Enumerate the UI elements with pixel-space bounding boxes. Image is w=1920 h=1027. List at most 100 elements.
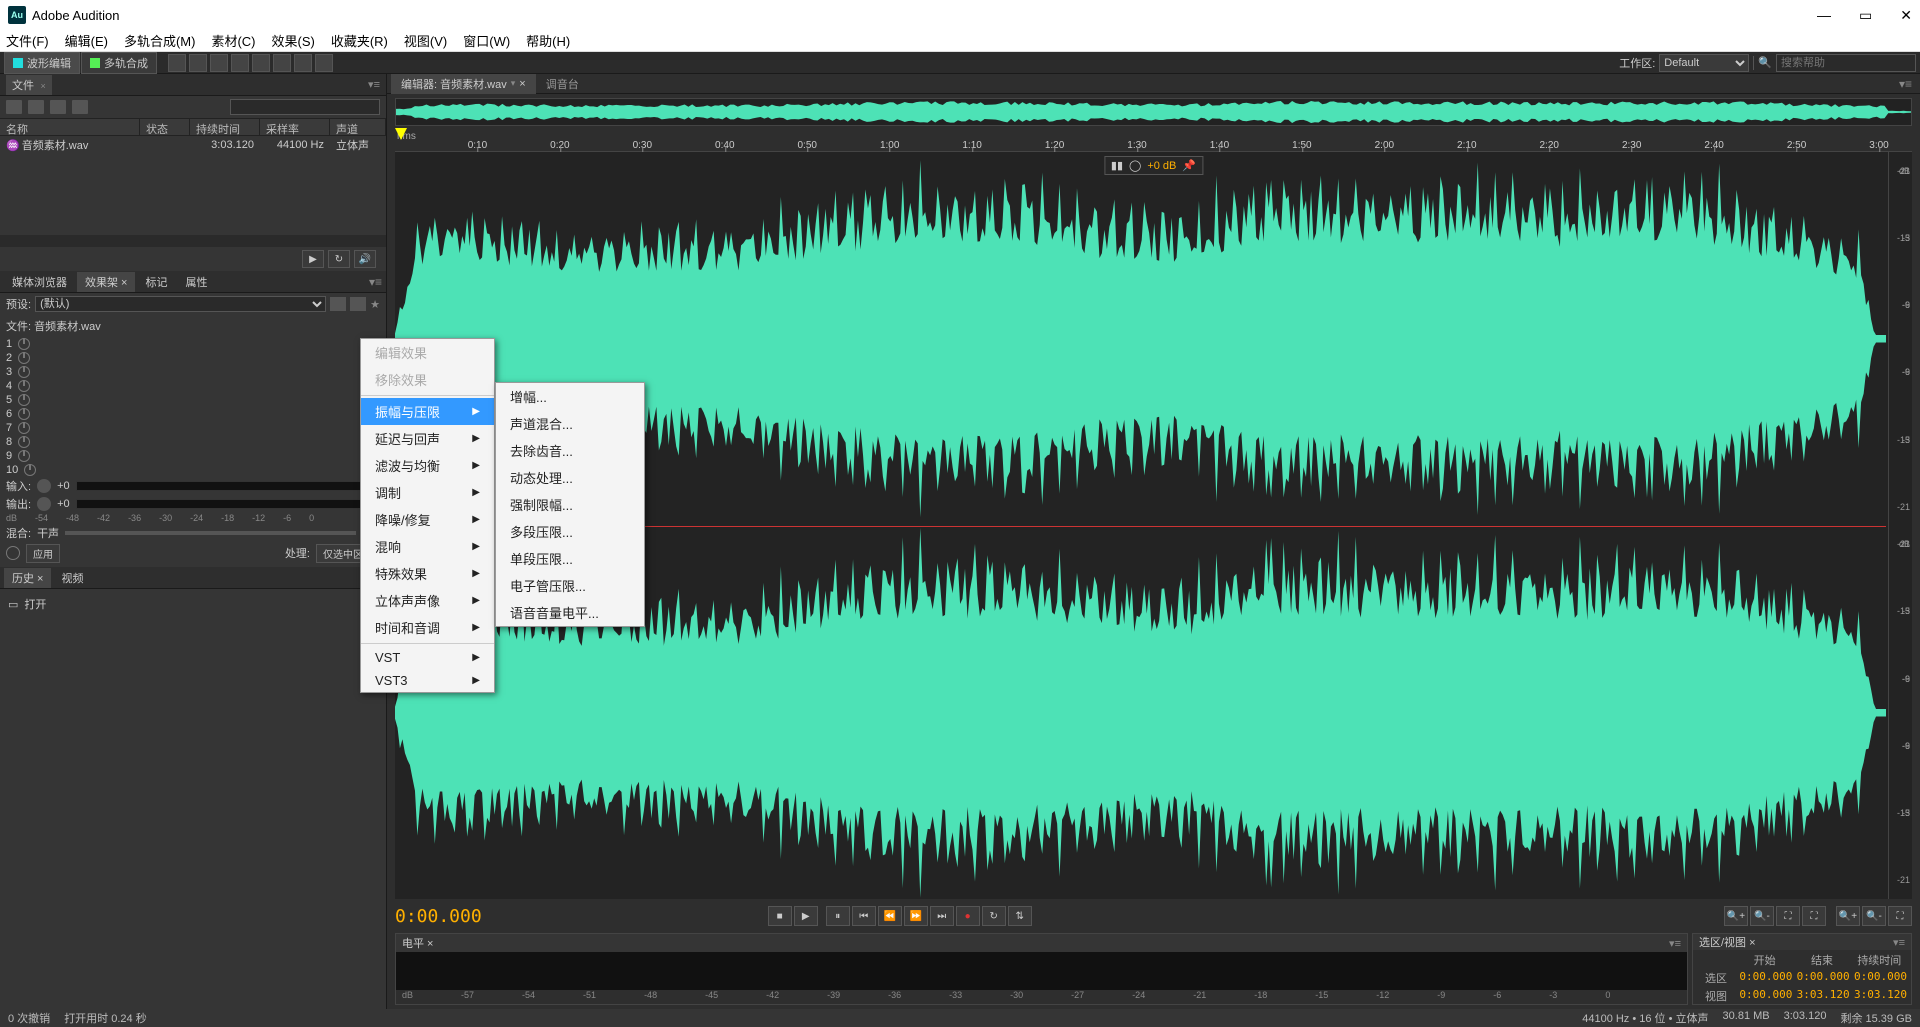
close-button[interactable]: ✕ bbox=[1900, 7, 1912, 24]
skip-selection-button[interactable]: ⇅ bbox=[1008, 906, 1032, 926]
files-tab[interactable]: 文件 × bbox=[6, 75, 52, 95]
panel-menu-icon[interactable]: ▾≡ bbox=[369, 275, 382, 289]
sel-value[interactable]: 0:00.000 bbox=[1794, 970, 1849, 986]
power-icon[interactable] bbox=[18, 338, 30, 350]
panel-menu-icon[interactable]: ▾≡ bbox=[368, 78, 380, 91]
zoom-out-amp-icon[interactable]: 🔍- bbox=[1862, 906, 1886, 926]
zoom-selection-icon[interactable]: ⛶ bbox=[1802, 906, 1826, 926]
submenu-item[interactable]: 多段压限... bbox=[496, 518, 644, 545]
record-button[interactable]: ● bbox=[956, 906, 980, 926]
submenu-item[interactable]: 声道混合... bbox=[496, 410, 644, 437]
submenu-item[interactable]: 动态处理... bbox=[496, 464, 644, 491]
effect-slot[interactable]: 5▶ bbox=[0, 393, 386, 407]
power-icon[interactable] bbox=[18, 394, 30, 406]
power-icon[interactable] bbox=[24, 464, 36, 476]
waveform-overview[interactable] bbox=[395, 98, 1912, 126]
rack-power-button[interactable] bbox=[6, 546, 20, 560]
tab-effects-rack[interactable]: 效果架 × bbox=[77, 272, 135, 292]
effect-slot[interactable]: 8▶ bbox=[0, 435, 386, 449]
power-icon[interactable] bbox=[18, 408, 30, 420]
zoom-out-icon[interactable]: 🔍- bbox=[1750, 906, 1774, 926]
preview-play-button[interactable]: ▶ bbox=[302, 250, 324, 268]
power-icon[interactable] bbox=[18, 422, 30, 434]
tab-markers[interactable]: 标记 bbox=[137, 272, 175, 292]
delete-preset-icon[interactable] bbox=[350, 297, 366, 311]
mix-slider[interactable] bbox=[65, 531, 356, 535]
tool-time-select[interactable] bbox=[231, 54, 249, 72]
sel-value[interactable]: 3:03.120 bbox=[1852, 988, 1907, 1004]
ctx-vst[interactable]: VST▶ bbox=[361, 646, 494, 669]
new-file-icon[interactable] bbox=[28, 100, 44, 114]
time-ruler[interactable]: hms 0:100:200:300:400:501:001:101:201:30… bbox=[395, 128, 1912, 152]
zoom-in-icon[interactable]: 🔍+ bbox=[1724, 906, 1748, 926]
tab-properties[interactable]: 属性 bbox=[177, 272, 215, 292]
ctx-item[interactable]: 振幅与压限▶ bbox=[361, 398, 494, 425]
tab-history[interactable]: 历史 × bbox=[4, 568, 51, 588]
power-icon[interactable] bbox=[18, 380, 30, 392]
menu-edit[interactable]: 编辑(E) bbox=[65, 31, 108, 50]
menu-view[interactable]: 视图(V) bbox=[404, 31, 447, 50]
forward-button[interactable]: ⏩ bbox=[904, 906, 928, 926]
panel-menu-icon[interactable]: ▾≡ bbox=[1893, 936, 1905, 949]
file-row[interactable]: ♒音频素材.wav 3:03.120 44100 Hz 立体声 bbox=[0, 136, 386, 154]
menu-multitrack[interactable]: 多轨合成(M) bbox=[124, 31, 196, 50]
bypass-toggle-icon[interactable]: ★ bbox=[370, 298, 380, 311]
preview-loop-button[interactable]: ↻ bbox=[328, 250, 350, 268]
col-duration[interactable]: 持续时间 bbox=[190, 119, 260, 135]
menu-help[interactable]: 帮助(H) bbox=[526, 31, 570, 50]
rewind-button[interactable]: ⏪ bbox=[878, 906, 902, 926]
submenu-item[interactable]: 单段压限... bbox=[496, 545, 644, 572]
tool-slip[interactable] bbox=[210, 54, 228, 72]
hud-pin-icon[interactable]: 📌 bbox=[1182, 159, 1196, 172]
effect-slot[interactable]: 2▶ bbox=[0, 351, 386, 365]
submenu-item[interactable]: 电子管压限... bbox=[496, 572, 644, 599]
col-samplerate[interactable]: 采样率 bbox=[260, 119, 330, 135]
ctx-item[interactable]: 延迟与回声▶ bbox=[361, 425, 494, 452]
ctx-item[interactable]: 立体声声像▶ bbox=[361, 587, 494, 614]
effect-slot[interactable]: 1▶ bbox=[0, 337, 386, 351]
output-gain-knob[interactable] bbox=[37, 497, 51, 511]
open-file-icon[interactable] bbox=[6, 100, 22, 114]
menu-effects[interactable]: 效果(S) bbox=[272, 31, 315, 50]
tool-heal[interactable] bbox=[315, 54, 333, 72]
loop-button[interactable]: ↻ bbox=[982, 906, 1006, 926]
minimize-button[interactable]: — bbox=[1817, 7, 1831, 24]
stop-button[interactable]: ■ bbox=[768, 906, 792, 926]
preset-select[interactable]: (默认) bbox=[35, 296, 326, 312]
effect-slot[interactable]: 7▶ bbox=[0, 421, 386, 435]
sel-value[interactable]: 0:00.000 bbox=[1737, 988, 1792, 1004]
pause-button[interactable]: ⏸ bbox=[826, 906, 850, 926]
zoom-reset-amp-icon[interactable]: ⛶ bbox=[1888, 906, 1912, 926]
play-button[interactable]: ▶ bbox=[794, 906, 818, 926]
zoom-in-amp-icon[interactable]: 🔍+ bbox=[1836, 906, 1860, 926]
col-channels[interactable]: 声道 bbox=[330, 119, 386, 135]
tool-marquee[interactable] bbox=[252, 54, 270, 72]
goto-start-button[interactable]: ⏮ bbox=[852, 906, 876, 926]
history-item[interactable]: ▭ 打开 bbox=[0, 593, 386, 615]
effect-slot[interactable]: 4▶ bbox=[0, 379, 386, 393]
tool-lasso[interactable] bbox=[273, 54, 291, 72]
menu-favorites[interactable]: 收藏夹(R) bbox=[331, 31, 388, 50]
gain-hud[interactable]: ▮▮ ◯ +0 dB 📌 bbox=[1104, 156, 1203, 175]
power-icon[interactable] bbox=[18, 352, 30, 364]
submenu-item[interactable]: 增幅... bbox=[496, 383, 644, 410]
preview-autoplay-button[interactable]: 🔊 bbox=[354, 250, 376, 268]
input-gain-knob[interactable] bbox=[37, 479, 51, 493]
files-scrollbar[interactable] bbox=[0, 235, 386, 247]
panel-menu-icon[interactable]: ▾≡ bbox=[1669, 937, 1681, 950]
tool-brush[interactable] bbox=[294, 54, 312, 72]
timecode-display[interactable]: 0:00.000 bbox=[395, 906, 482, 927]
workspace-select[interactable]: Default bbox=[1659, 54, 1749, 72]
goto-end-button[interactable]: ⏭ bbox=[930, 906, 954, 926]
tool-razor[interactable] bbox=[189, 54, 207, 72]
effect-slot[interactable]: 3▶ bbox=[0, 365, 386, 379]
mode-multitrack-tab[interactable]: 多轨合成 bbox=[81, 52, 157, 74]
ctx-item[interactable]: 混响▶ bbox=[361, 533, 494, 560]
sel-value[interactable]: 0:00.000 bbox=[1852, 970, 1907, 986]
power-icon[interactable] bbox=[18, 450, 30, 462]
submenu-item[interactable]: 语音音量电平... bbox=[496, 599, 644, 626]
editor-file-tab[interactable]: 编辑器: 音频素材.wav▾× bbox=[391, 74, 536, 94]
ctx-item[interactable]: 降噪/修复▶ bbox=[361, 506, 494, 533]
maximize-button[interactable]: ▭ bbox=[1859, 7, 1872, 24]
effect-slot[interactable]: 6▶ bbox=[0, 407, 386, 421]
